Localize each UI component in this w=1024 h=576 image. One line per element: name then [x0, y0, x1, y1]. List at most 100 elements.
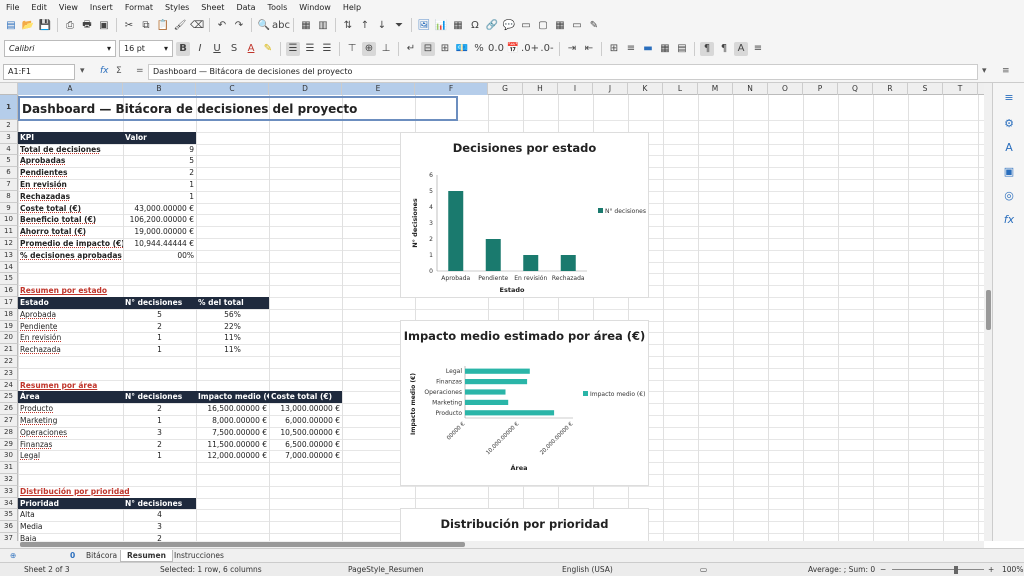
- percent-format-icon[interactable]: %: [472, 42, 486, 56]
- area-value[interactable]: 2: [123, 439, 196, 451]
- row-header[interactable]: 17: [0, 297, 18, 309]
- copy-icon[interactable]: ⧉: [139, 18, 153, 32]
- selection-mode-icon[interactable]: ▭: [700, 565, 707, 574]
- border-style-icon[interactable]: ≡: [624, 42, 638, 56]
- menu-icon[interactable]: ≡: [1002, 66, 1010, 76]
- estado-header[interactable]: N° decisiones: [123, 297, 196, 309]
- kpi-label[interactable]: Beneficio total (€): [18, 214, 123, 226]
- row-header[interactable]: 5: [0, 155, 18, 168]
- styles-icon[interactable]: A: [1002, 141, 1016, 155]
- kpi-value[interactable]: 106,200.00000 €: [123, 214, 196, 226]
- kpi-label[interactable]: % decisiones aprobadas: [18, 250, 123, 262]
- menu-format[interactable]: Format: [119, 3, 159, 12]
- estado-header[interactable]: % del total: [196, 297, 269, 309]
- row-header[interactable]: 24: [0, 379, 18, 392]
- add-decimal-icon[interactable]: .0+: [521, 42, 539, 56]
- background-color-icon[interactable]: ▦: [658, 42, 672, 56]
- borders-icon[interactable]: ⊞: [607, 42, 621, 56]
- estado-value[interactable]: 1: [123, 344, 196, 356]
- estado-label[interactable]: En revisión: [18, 332, 123, 344]
- font-name-box[interactable]: Calibri ▾: [4, 40, 116, 57]
- comment-icon[interactable]: 💬: [502, 18, 516, 32]
- area-value[interactable]: 3: [123, 427, 196, 439]
- number-format-icon[interactable]: 0.0: [488, 42, 504, 56]
- area-header[interactable]: Área: [18, 391, 123, 404]
- row-header[interactable]: 11: [0, 226, 18, 238]
- kpi-value[interactable]: 1: [123, 191, 196, 203]
- row-header[interactable]: 34: [0, 497, 18, 510]
- menu-window[interactable]: Window: [293, 3, 337, 12]
- merge-cells-icon[interactable]: ⊞: [438, 42, 452, 56]
- column-header[interactable]: K: [628, 83, 663, 95]
- print-preview-icon[interactable]: ▣: [97, 18, 111, 32]
- row-header[interactable]: 13: [0, 249, 18, 262]
- spelling-icon[interactable]: abc: [272, 18, 290, 32]
- estado-value[interactable]: 1: [123, 332, 196, 344]
- row-header[interactable]: 15: [0, 273, 18, 286]
- border-color-icon[interactable]: ▬: [641, 42, 655, 56]
- sheet-nav-icon[interactable]: ⊕: [4, 550, 22, 562]
- area-value[interactable]: 8,000.00000 €: [196, 415, 269, 427]
- function-wizard-icon[interactable]: fx: [100, 66, 109, 76]
- styles-icon[interactable]: ≡: [751, 42, 765, 56]
- column-header[interactable]: H: [523, 83, 558, 95]
- column-header[interactable]: I: [558, 83, 593, 95]
- area-value[interactable]: 16,500.00000 €: [196, 403, 269, 415]
- kpi-value[interactable]: 2: [123, 167, 196, 179]
- row-header[interactable]: 7: [0, 179, 18, 191]
- area-value[interactable]: 2: [123, 403, 196, 415]
- menu-file[interactable]: File: [0, 3, 25, 12]
- navigator-icon[interactable]: ◎: [1002, 189, 1016, 203]
- section-title[interactable]: Resumen por área: [18, 380, 196, 392]
- row-header[interactable]: 27: [0, 415, 18, 427]
- column-header[interactable]: A: [18, 83, 123, 95]
- paste-icon[interactable]: 📋: [156, 18, 170, 32]
- area-value[interactable]: 11,500.00000 €: [196, 439, 269, 451]
- merge-center-icon[interactable]: ⊟: [421, 41, 435, 56]
- menu-icon[interactable]: ≡: [1002, 91, 1016, 105]
- area-header[interactable]: Impacto medio (€): [196, 391, 269, 404]
- row-header[interactable]: 31: [0, 462, 18, 474]
- area-value[interactable]: 6,000.00000 €: [269, 415, 342, 427]
- row-header[interactable]: 4: [0, 143, 18, 156]
- row-header[interactable]: 19: [0, 320, 18, 333]
- kpi-value[interactable]: 19,000.00000 €: [123, 226, 196, 238]
- row-header[interactable]: 2: [0, 120, 18, 132]
- column-header[interactable]: R: [873, 83, 908, 95]
- sort-icon[interactable]: ⇅: [341, 18, 355, 32]
- estado-value[interactable]: 11%: [196, 344, 269, 356]
- right-to-left-icon[interactable]: ¶: [717, 42, 731, 56]
- delete-decimal-icon[interactable]: .0-: [540, 42, 554, 56]
- column-header[interactable]: S: [908, 83, 943, 95]
- row-header[interactable]: 3: [0, 131, 18, 144]
- prioridad-header[interactable]: Prioridad: [18, 497, 123, 510]
- prioridad-label[interactable]: Baja: [18, 533, 123, 541]
- export-pdf-icon[interactable]: ⎙: [63, 18, 77, 32]
- area-value[interactable]: 6,500.00000 €: [269, 439, 342, 451]
- column-header[interactable]: C: [196, 83, 269, 95]
- italic-icon[interactable]: I: [193, 42, 207, 56]
- row-header[interactable]: 30: [0, 450, 18, 463]
- open-icon[interactable]: 📂: [21, 18, 35, 32]
- functions-icon[interactable]: fx: [1002, 213, 1016, 227]
- row-header[interactable]: 1: [0, 95, 18, 120]
- prioridad-label[interactable]: Media: [18, 521, 123, 533]
- save-icon[interactable]: 💾: [38, 18, 52, 32]
- show-draw-functions-icon[interactable]: ✎: [587, 18, 601, 32]
- column-header[interactable]: L: [663, 83, 698, 95]
- menu-styles[interactable]: Styles: [159, 3, 195, 12]
- column-header[interactable]: P: [803, 83, 838, 95]
- prioridad-value[interactable]: 2: [123, 533, 196, 541]
- column-header[interactable]: T: [943, 83, 978, 95]
- estado-label[interactable]: Rechazada: [18, 344, 123, 356]
- kpi-value[interactable]: 43,000.00000 €: [123, 203, 196, 215]
- highlight-icon[interactable]: ✎: [261, 42, 275, 56]
- split-window-icon[interactable]: ▭: [570, 18, 584, 32]
- increase-indent-icon[interactable]: ⇥: [565, 42, 579, 56]
- kpi-label[interactable]: Ahorro total (€): [18, 226, 123, 238]
- row-header[interactable]: 35: [0, 509, 18, 522]
- kpi-value[interactable]: 10,944.44444 €: [123, 238, 196, 250]
- row-header[interactable]: 9: [0, 202, 18, 215]
- conditional-format-icon[interactable]: ▤: [675, 42, 689, 56]
- chart-decisiones-estado[interactable]: Decisiones por estado 0 1 2 3 4 5 6 Aprobada Pen…: [400, 132, 649, 298]
